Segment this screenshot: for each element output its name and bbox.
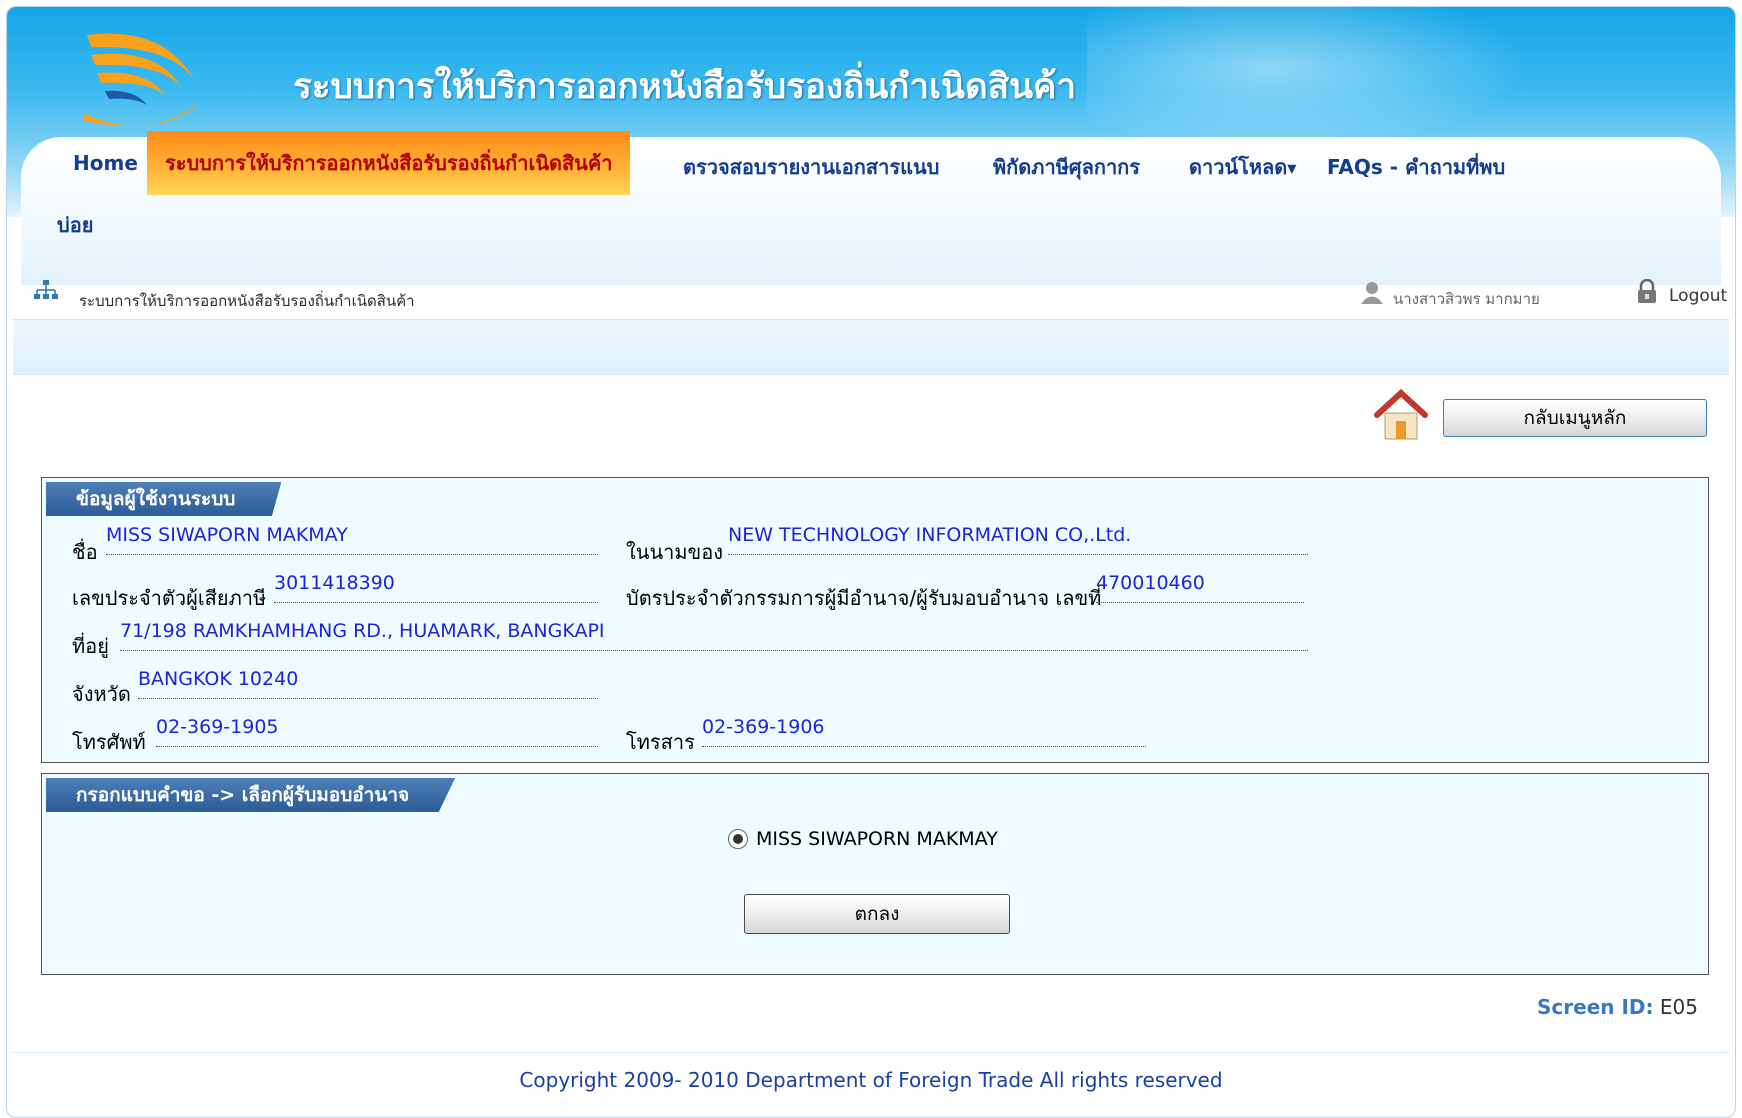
home-icon[interactable]: [1373, 387, 1429, 443]
tax-id-label: เลขประจำตัวผู้เสียภาษี: [72, 586, 267, 610]
name-value: MISS SIWAPORN MAKMAY: [106, 524, 598, 555]
nav-home[interactable]: Home: [73, 151, 138, 175]
phone-label: โทรศัพท์: [72, 730, 146, 754]
radio-selected-dot: [733, 834, 743, 844]
fax-label: โทรสาร: [626, 730, 695, 754]
province-label: จังหวัด: [72, 682, 131, 706]
main-menu-button[interactable]: กลับเมนูหลัก: [1443, 399, 1707, 437]
select-agent-panel: กรอกแบบคำขอ -> เลือกผู้รับมอบอำนาจ MISS …: [41, 773, 1709, 975]
on-behalf-label: ในนามของ: [626, 540, 723, 564]
breadcrumb: ระบบการให้บริการออกหนังสือรับรองถิ่นกำเน…: [21, 277, 1727, 317]
user-info-tab-title: ข้อมูลผู้ใช้งานระบบ: [46, 482, 282, 516]
lock-icon[interactable]: [1635, 278, 1659, 311]
screen-id: Screen ID: E05: [1537, 995, 1698, 1019]
tax-id-value: 3011418390: [274, 572, 598, 603]
breadcrumb-text: ระบบการให้บริการออกหนังสือรับรองถิ่นกำเน…: [79, 292, 415, 310]
title-bar: [13, 319, 1729, 375]
dft-logo-icon: [83, 33, 199, 127]
nav-customs-tariff-label: พิกัดภาษีศุลกากร: [993, 155, 1141, 179]
sitemap-icon: [33, 279, 59, 306]
director-id-label: บัตรประจำตัวกรรมการผู้มีอำนาจ/ผู้รับมอบอ…: [626, 586, 1102, 610]
agent-option-label[interactable]: MISS SIWAPORN MAKMAY: [756, 828, 998, 850]
name-label: ชื่อ: [72, 540, 98, 564]
user-name: นางสาวสิวพร มากมาย: [1393, 290, 1540, 308]
address-label: ที่อยู่: [72, 634, 109, 658]
ok-button[interactable]: ตกลง: [744, 894, 1010, 934]
app-title: ระบบการให้บริการออกหนังสือรับรองถิ่นกำเน…: [293, 67, 1077, 107]
logout-link[interactable]: Logout: [1669, 286, 1727, 306]
nav-faqs[interactable]: FAQs - คำถามที่พบ: [1327, 151, 1505, 183]
address-value: 71/198 RAMKHAMHANG RD., HUAMARK, BANGKAP…: [120, 620, 1308, 651]
screen-id-label: Screen ID:: [1537, 995, 1654, 1019]
nav-faqs-wrap[interactable]: บ่อย: [57, 209, 93, 241]
select-agent-tab-title: กรอกแบบคำขอ -> เลือกผู้รับมอบอำนาจ: [46, 778, 456, 812]
main-nav: Home ระบบการให้บริการออกหนังสือรับรองถิ่…: [21, 131, 1721, 285]
chevron-down-icon: ▼: [1287, 161, 1297, 176]
screen-id-value: E05: [1659, 995, 1698, 1019]
director-id-value: 470010460: [1096, 572, 1304, 603]
nav-check-attachments[interactable]: ตรวจสอบรายงานเอกสารแนบ: [683, 151, 939, 183]
on-behalf-value: NEW TECHNOLOGY INFORMATION CO,.Ltd.: [728, 524, 1308, 555]
world-map-decoration: [1087, 7, 1547, 157]
province-value: BANGKOK 10240: [138, 668, 598, 699]
user-icon: [1359, 279, 1385, 311]
user-info-panel: ข้อมูลผู้ใช้งานระบบ ชื่อ MISS SIWAPORN M…: [41, 477, 1709, 763]
nav-download[interactable]: ดาวน์โหลด▼: [1189, 151, 1297, 183]
fax-value: 02-369-1906: [702, 716, 1146, 747]
page-frame: ระบบการให้บริการออกหนังสือรับรองถิ่นกำเน…: [6, 6, 1736, 1118]
nav-coo-service[interactable]: ระบบการให้บริการออกหนังสือรับรองถิ่นกำเน…: [147, 131, 631, 195]
nav-customs-tariff[interactable]: พิกัดภาษีศุลกากร: [993, 151, 1140, 183]
phone-value: 02-369-1905: [156, 716, 598, 747]
agent-radio[interactable]: [728, 829, 748, 849]
agent-option[interactable]: MISS SIWAPORN MAKMAY: [728, 824, 998, 854]
nav-download-label: ดาวน์โหลด: [1189, 155, 1288, 179]
footer-divider: [13, 1052, 1729, 1053]
footer-copyright: Copyright 2009- 2010 Department of Forei…: [519, 1068, 1223, 1092]
